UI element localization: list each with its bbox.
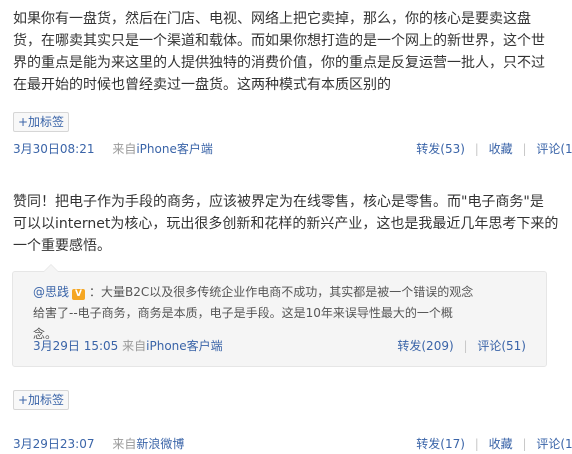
quoted-meta: 3月29日 15:05 来自iPhone客户端 转发(209) | 评论(51) [33, 337, 526, 355]
post-time-link[interactable]: 3月29日23:07 [13, 437, 95, 451]
post-source-link[interactable]: 新浪微博 [136, 437, 184, 451]
quoted-post: @思践 V ：大量B2C以及很多传统企业作电商不成功，其实都是被一个错误的观念 给害… [12, 264, 547, 367]
favorite-button[interactable]: 收藏 [489, 437, 513, 451]
quoted-comment-button[interactable]: 评论(51) [477, 339, 526, 353]
action-separator: | [474, 437, 479, 451]
post-meta: 3月30日08:21 来自iPhone客户端 转发(53) | 收藏 | 评论(… [13, 140, 572, 158]
quoted-user-link[interactable]: @思践 [33, 285, 69, 299]
comment-button[interactable]: 评论(15) [536, 437, 572, 451]
post-text-line: 界的重点是能为来这里的人提供独特的消费价值，你的重点是反复运营一批人，只不过 [13, 55, 545, 71]
post-text-line: 如果你有一盘货，然后在门店、电视、网络上把它卖掉，那么，你的核心是要卖这盘 [13, 11, 531, 27]
post-actions: 转发(53) | 收藏 | 评论(18) [416, 140, 572, 158]
quoted-text-line: 给害了--电子商务，商务是本质，电子是手段。这是10年来误导性最大的一个概 [33, 306, 453, 320]
post-source-link[interactable]: iPhone客户端 [136, 142, 213, 156]
quoted-time-link[interactable]: 3月29日 15:05 [33, 339, 118, 353]
post-text: 如果你有一盘货，然后在门店、电视、网络上把它卖掉，那么，你的核心是要卖这盘 货，… [13, 8, 564, 96]
comment-button[interactable]: 评论(18) [536, 142, 572, 156]
post-time-link[interactable]: 3月30日08:21 [13, 142, 95, 156]
action-separator: | [522, 142, 527, 156]
action-separator: | [474, 142, 479, 156]
quoted-source-link[interactable]: iPhone客户端 [146, 339, 223, 353]
action-separator: | [463, 339, 468, 353]
post-text-line: 赞同！把电子作为手段的商务，应该被界定为在线零售，核心是零售。而"电子商务"是 [13, 194, 544, 210]
quoted-text-line: @思践 V ：大量B2C以及很多传统企业作电商不成功，其实都是被一个错误的观念 [33, 282, 483, 303]
tag-row: +加标签 [13, 111, 564, 132]
add-tag-button[interactable]: +加标签 [13, 390, 70, 410]
post-text-line: 一个重要感悟。 [13, 238, 111, 254]
verified-icon: V [72, 289, 86, 300]
action-separator: | [522, 437, 527, 451]
source-prefix: 来自 [122, 339, 147, 353]
repost-button[interactable]: 转发(53) [416, 142, 465, 156]
repost-button[interactable]: 转发(17) [416, 437, 465, 451]
quoted-repost-button[interactable]: 转发(209) [397, 339, 453, 353]
post-actions: 转发(17) | 收藏 | 评论(15) [416, 435, 572, 453]
quote-arrow [43, 264, 59, 272]
source-prefix: 来自 [112, 437, 137, 451]
post-meta: 3月29日23:07 来自新浪微博 转发(17) | 收藏 | 评论(15) [13, 435, 572, 453]
feed-post: 赞同！把电子作为手段的商务，应该被界定为在线零售，核心是零售。而"电子商务"是 … [13, 191, 564, 257]
favorite-button[interactable]: 收藏 [489, 142, 513, 156]
post-text-line: 可以以internet为核心，玩出很多创新和花样的新兴产业，这也是我最近几年思考… [13, 216, 559, 232]
quoted-text-span: ：大量B2C以及很多传统企业作电商不成功，其实都是被一个错误的观念 [89, 285, 474, 299]
tag-row: +加标签 [13, 389, 564, 410]
feed-post: 如果你有一盘货，然后在门店、电视、网络上把它卖掉，那么，你的核心是要卖这盘 货，… [13, 8, 564, 96]
add-tag-button[interactable]: +加标签 [13, 112, 70, 132]
quoted-text: @思践 V ：大量B2C以及很多传统企业作电商不成功，其实都是被一个错误的观念 给害… [33, 282, 483, 345]
quoted-actions: 转发(209) | 评论(51) [397, 337, 526, 355]
post-text: 赞同！把电子作为手段的商务，应该被界定为在线零售，核心是零售。而"电子商务"是 … [13, 191, 564, 257]
post-text-line: 在最开始的时候也曾经卖过一盘货。这两种模式有本质区别的 [13, 77, 391, 93]
source-prefix: 来自 [112, 142, 137, 156]
post-text-line: 货，在哪卖其实只是一个渠道和载体。而如果你想打造的是一个网上的新世界，这个世 [13, 33, 545, 49]
